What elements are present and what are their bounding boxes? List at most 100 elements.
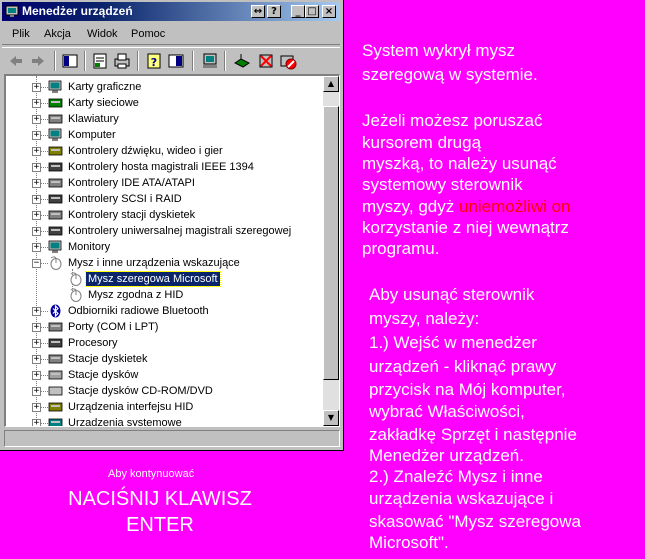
disk-drive-icon bbox=[48, 370, 63, 380]
expand-toggle[interactable]: + bbox=[32, 403, 41, 412]
tree-item[interactable]: Mysz zgodna z HID bbox=[6, 287, 322, 303]
expand-toggle[interactable]: + bbox=[32, 227, 41, 236]
collapse-toggle[interactable]: − bbox=[32, 259, 41, 268]
tree-item[interactable]: + Kontrolery dźwięku, wideo i gier bbox=[6, 143, 322, 159]
maximize-button[interactable]: □ bbox=[305, 5, 319, 18]
expand-toggle[interactable]: + bbox=[32, 339, 41, 348]
expand-toggle[interactable]: + bbox=[32, 179, 41, 188]
info-line: myszką, to należy usunąć bbox=[362, 154, 557, 173]
expand-toggle[interactable]: + bbox=[32, 307, 41, 316]
press-key-text: NACIŚNIJ KLAWISZ bbox=[68, 488, 252, 510]
toolbar-separator bbox=[224, 51, 226, 71]
info-line: Jeżeli możesz poruszać bbox=[362, 111, 543, 130]
tree-item[interactable]: + Stacje dysków bbox=[6, 367, 322, 383]
info-line: System wykrył mysz bbox=[362, 41, 515, 60]
expand-toggle[interactable]: + bbox=[32, 211, 41, 220]
menu-widok[interactable]: Widok bbox=[87, 28, 118, 40]
expand-toggle[interactable]: + bbox=[32, 355, 41, 364]
expand-toggle[interactable]: + bbox=[32, 163, 41, 172]
expand-toggle[interactable]: + bbox=[32, 131, 41, 140]
scan-hardware-icon[interactable] bbox=[200, 51, 220, 71]
device-manager-window: Menedżer urządzeń ↔ ? _ □ × Plik Akcja W… bbox=[0, 0, 344, 451]
tree-item[interactable]: Mysz szeregowa Microsoft bbox=[6, 271, 322, 287]
vertical-scrollbar[interactable]: ▲ ▼ bbox=[323, 76, 339, 426]
scsi-icon bbox=[48, 194, 63, 204]
tree-item[interactable]: − Mysz i inne urządzenia wskazujące bbox=[6, 255, 322, 271]
menu-plik[interactable]: Plik bbox=[12, 28, 30, 40]
expand-toggle[interactable]: + bbox=[32, 371, 41, 380]
tree-item-label: Mysz szeregowa Microsoft bbox=[85, 271, 221, 287]
print-icon[interactable] bbox=[112, 51, 132, 71]
scroll-up-button[interactable]: ▲ bbox=[323, 76, 339, 92]
tree-item[interactable]: + Urządzenia interfejsu HID bbox=[6, 399, 322, 415]
tree-item-label: Kontrolery SCSI i RAID bbox=[68, 193, 182, 205]
tree-item-label: Odbiorniki radiowe Bluetooth bbox=[68, 305, 209, 317]
uninstall-icon[interactable] bbox=[256, 51, 276, 71]
display-adapter-icon bbox=[48, 80, 62, 93]
scroll-down-button[interactable]: ▼ bbox=[323, 410, 339, 426]
expand-toggle[interactable]: + bbox=[32, 99, 41, 108]
mouse-icon bbox=[70, 272, 82, 286]
expand-toggle[interactable]: + bbox=[32, 195, 41, 204]
monitor-icon bbox=[48, 240, 62, 253]
tree-item[interactable]: + Komputer bbox=[6, 127, 322, 143]
expand-toggle[interactable]: + bbox=[32, 147, 41, 156]
help-icon[interactable]: ? bbox=[144, 51, 164, 71]
tree-item[interactable]: + Stacje dysków CD-ROM/DVD bbox=[6, 383, 322, 399]
tree-item[interactable]: + Kontrolery uniwersalnej magistrali szer… bbox=[6, 223, 322, 239]
tree-item-label: Kontrolery dźwięku, wideo i gier bbox=[68, 145, 223, 157]
cdrom-icon bbox=[48, 386, 63, 396]
disable-device-icon[interactable] bbox=[278, 51, 298, 71]
show-hide-tree-icon[interactable] bbox=[60, 51, 80, 71]
expand-toggle[interactable]: + bbox=[32, 419, 41, 426]
minimize-button[interactable]: _ bbox=[291, 5, 305, 18]
tree-item[interactable]: + Porty (COM i LPT) bbox=[6, 319, 322, 335]
mouse-icon bbox=[50, 256, 62, 270]
device-tree-panel: + Karty graficzne + Karty sieciowe + Klawiatu… bbox=[4, 74, 340, 427]
tree-item[interactable]: + Karty graficzne bbox=[6, 79, 322, 95]
expand-toggle[interactable]: + bbox=[32, 323, 41, 332]
tree-item[interactable]: + Klawiatury bbox=[6, 111, 322, 127]
scroll-thumb[interactable] bbox=[323, 106, 339, 380]
tree-item[interactable]: + Kontrolery stacji dyskietek bbox=[6, 207, 322, 223]
update-driver-icon[interactable] bbox=[232, 51, 252, 71]
device-manager-icon bbox=[5, 5, 19, 17]
tree-item-label: Stacje dysków bbox=[68, 369, 139, 381]
help-switch-button[interactable]: ↔ bbox=[251, 5, 265, 18]
tree-item[interactable]: + Stacje dyskietek bbox=[6, 351, 322, 367]
info-line: programu. bbox=[362, 239, 440, 258]
tree-item[interactable]: + Kontrolery hosta magistrali IEEE 1394 bbox=[6, 159, 322, 175]
info-text-segment: myszy, gdyż bbox=[362, 197, 459, 216]
expand-toggle[interactable]: + bbox=[32, 115, 41, 124]
tree-item[interactable]: + Monitory bbox=[6, 239, 322, 255]
tree-item[interactable]: + Karty sieciowe bbox=[6, 95, 322, 111]
tree-item-label: Karty graficzne bbox=[68, 81, 142, 93]
properties-icon[interactable] bbox=[90, 51, 110, 71]
menu-akcja[interactable]: Akcja bbox=[44, 28, 71, 40]
tree-item[interactable]: + Kontrolery SCSI i RAID bbox=[6, 191, 322, 207]
toolbar-separator bbox=[54, 51, 56, 71]
instruction-line: Aby usunąć sterownik bbox=[369, 285, 535, 304]
close-button[interactable]: × bbox=[322, 5, 336, 18]
tree-item-label: Karty sieciowe bbox=[68, 97, 139, 109]
forward-arrow-icon[interactable] bbox=[28, 51, 48, 71]
device-tree[interactable]: + Karty graficzne + Karty sieciowe + Klawiatu… bbox=[6, 76, 322, 426]
network-card-icon bbox=[48, 98, 63, 108]
help-button[interactable]: ? bbox=[267, 5, 281, 18]
expand-toggle[interactable]: + bbox=[32, 387, 41, 396]
tree-item-label: Monitory bbox=[68, 241, 111, 253]
instruction-line: Microsoft". bbox=[369, 533, 449, 552]
back-arrow-icon[interactable] bbox=[6, 51, 26, 71]
info-line: korzystanie z niej wewnątrz bbox=[362, 218, 569, 237]
tree-item[interactable]: + Odbiorniki radiowe Bluetooth bbox=[6, 303, 322, 319]
press-enter-prompt: NACIŚNIJ KLAWISZ ENTER bbox=[30, 486, 290, 538]
menu-pomoc[interactable]: Pomoc bbox=[131, 28, 165, 40]
tree-item[interactable]: + Procesory bbox=[6, 335, 322, 351]
expand-toggle[interactable]: + bbox=[32, 83, 41, 92]
title-bar[interactable]: Menedżer urządzeń ↔ ? _ □ × bbox=[2, 2, 340, 21]
expand-toggle[interactable]: + bbox=[32, 243, 41, 252]
view-icon[interactable] bbox=[166, 51, 186, 71]
mouse-icon bbox=[70, 288, 82, 302]
tree-item[interactable]: + Kontrolery IDE ATA/ATAPI bbox=[6, 175, 322, 191]
tree-item[interactable]: + Urządzenia systemowe bbox=[6, 415, 322, 426]
